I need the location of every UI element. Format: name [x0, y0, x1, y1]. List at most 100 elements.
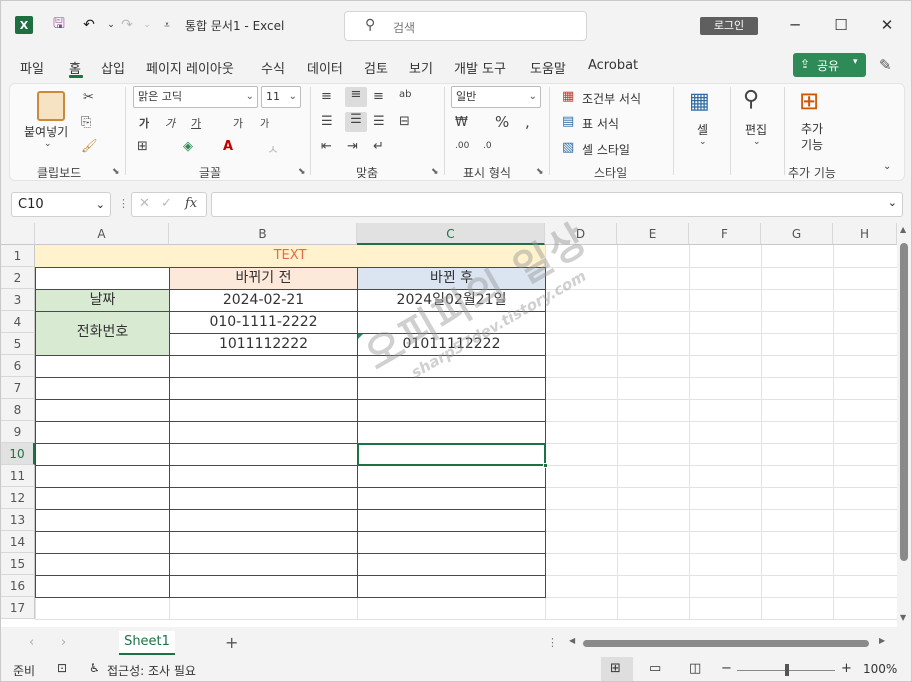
shrink-font-button[interactable]: 가	[260, 115, 269, 130]
redo-icon[interactable]: ↷	[117, 15, 137, 35]
clipboard-launcher-icon[interactable]: ⬊	[112, 167, 120, 177]
cell-b2[interactable]: 바뀌기 전	[170, 268, 357, 289]
cell-c2[interactable]: 바뀐 후	[358, 268, 545, 289]
cell-styles-button[interactable]: 셀 스타일	[582, 141, 630, 158]
prev-sheet-icon[interactable]: ‹	[29, 635, 34, 650]
error-indicator-icon[interactable]	[358, 334, 363, 339]
column-header-a[interactable]: A	[35, 223, 169, 245]
tab-data[interactable]: 데이터	[307, 58, 343, 77]
column-header-d[interactable]: D	[545, 223, 617, 245]
italic-button[interactable]: 가	[165, 115, 175, 131]
vertical-scrollbar[interactable]: ▲ ▼	[897, 223, 911, 627]
font-size-select[interactable]: 11 ⌄	[261, 86, 301, 108]
bold-button[interactable]: 가	[139, 115, 149, 131]
scroll-up-icon[interactable]: ▲	[900, 225, 906, 234]
accounting-format-icon[interactable]: ₩	[455, 115, 468, 130]
row-header-14[interactable]: 14	[1, 531, 35, 553]
insert-function-button[interactable]: fx	[185, 196, 197, 211]
number-launcher-icon[interactable]: ⬊	[536, 167, 544, 177]
grow-font-button[interactable]: 가	[233, 115, 243, 131]
addins-icon[interactable]: ⊞	[799, 87, 819, 115]
column-header-e[interactable]: E	[617, 223, 689, 245]
increase-decimal-icon[interactable]: .00	[455, 141, 469, 151]
row-header-13[interactable]: 13	[1, 509, 35, 531]
vertical-scroll-thumb[interactable]	[900, 243, 908, 561]
page-break-view-icon[interactable]: ◫	[689, 661, 701, 676]
row-header-10[interactable]: 10	[1, 443, 35, 465]
number-format-select[interactable]: 일반 ⌄	[451, 86, 541, 108]
row-header-2[interactable]: 2	[1, 267, 35, 289]
font-color-icon[interactable]: A	[223, 139, 233, 154]
align-top-icon[interactable]: ≡	[321, 89, 332, 104]
cell-b4[interactable]: 010-1111-2222	[170, 312, 357, 333]
increase-indent-icon[interactable]: ⇥	[347, 139, 358, 154]
comments-icon[interactable]: ✎	[879, 56, 892, 74]
editing-button[interactable]: 편집	[745, 121, 767, 138]
zoom-out-button[interactable]: −	[721, 661, 732, 676]
tab-file[interactable]: 파일	[20, 58, 44, 77]
maximize-button[interactable]: ☐	[829, 13, 853, 37]
decrease-indent-icon[interactable]: ⇤	[321, 139, 332, 154]
format-painter-icon[interactable]: 🖌	[81, 139, 98, 154]
cancel-entry-icon[interactable]: ✕	[139, 196, 150, 211]
tab-acrobat[interactable]: Acrobat	[588, 58, 638, 73]
align-left-icon[interactable]: ☰	[321, 114, 333, 129]
tab-splitter-icon[interactable]: ⋮	[547, 636, 558, 649]
percent-style-icon[interactable]: %	[495, 113, 509, 131]
format-as-table-icon[interactable]: ▤	[562, 114, 574, 129]
zoom-in-button[interactable]: +	[841, 661, 852, 676]
cell-b5[interactable]: 1011112222	[170, 334, 357, 355]
decrease-decimal-icon[interactable]: .0	[483, 141, 492, 151]
row-header-6[interactable]: 6	[1, 355, 35, 377]
login-button[interactable]: 로그인	[700, 17, 758, 35]
scroll-right-icon[interactable]: ▶	[879, 636, 885, 645]
conditional-format-button[interactable]: 조건부 서식	[582, 90, 641, 107]
cells-icon[interactable]: ▦	[689, 89, 710, 114]
wrap-text-icon[interactable]: ↵	[373, 139, 384, 154]
tab-review[interactable]: 검토	[364, 58, 388, 77]
cells-dropdown-icon[interactable]: ⌄	[699, 137, 707, 147]
align-middle-icon[interactable]: ≡	[345, 87, 367, 107]
addins-button[interactable]: 추가 기능	[801, 121, 823, 153]
row-header-17[interactable]: 17	[1, 597, 35, 619]
cell-c3[interactable]: 2024일02월21일	[358, 290, 545, 311]
scroll-down-icon[interactable]: ▼	[900, 613, 906, 622]
row-header-11[interactable]: 11	[1, 465, 35, 487]
select-all-corner[interactable]	[1, 223, 35, 245]
zoom-slider-thumb[interactable]	[785, 664, 789, 676]
underline-button[interactable]: 가	[191, 115, 201, 131]
cell-styles-icon[interactable]: ▧	[562, 140, 574, 155]
format-as-table-button[interactable]: 표 서식	[582, 115, 619, 132]
redo-dropdown-icon[interactable]: ⌄	[137, 15, 157, 35]
row-header-16[interactable]: 16	[1, 575, 35, 597]
cell-c5[interactable]: 01011112222	[358, 334, 545, 355]
cells-button[interactable]: 셀	[697, 121, 708, 138]
align-center-icon[interactable]: ☰	[345, 112, 367, 132]
accessibility-status[interactable]: 접근성: 조사 필요	[107, 662, 196, 679]
paste-label[interactable]: 붙여넣기	[24, 123, 68, 140]
undo-icon[interactable]: ↶	[79, 15, 99, 35]
macro-record-icon[interactable]: ⊡	[57, 661, 67, 675]
cell-a3[interactable]: 날짜	[36, 290, 169, 311]
align-right-icon[interactable]: ☰	[373, 114, 385, 129]
add-sheet-button[interactable]: +	[225, 633, 238, 652]
borders-icon[interactable]: ⊞	[137, 139, 148, 154]
row-header-7[interactable]: 7	[1, 377, 35, 399]
zoom-level[interactable]: 100%	[863, 662, 897, 676]
phonetic-icon[interactable]: ㅅ	[267, 139, 279, 158]
tab-help[interactable]: 도움말	[530, 58, 566, 77]
column-header-f[interactable]: F	[689, 223, 761, 245]
fill-handle[interactable]	[543, 463, 548, 468]
tab-developer[interactable]: 개발 도구	[454, 58, 506, 77]
formula-input[interactable]: ⌄	[211, 192, 903, 217]
save-icon[interactable]: 🖫	[49, 15, 69, 35]
align-bottom-icon[interactable]: ≡	[373, 89, 384, 104]
worksheet-grid[interactable]: A B C D E F G H 1 2 3 4 5 6 7 8 9 10 11 12 13 14 15 16 1…	[1, 223, 911, 627]
horizontal-scroll-thumb[interactable]	[583, 640, 869, 647]
copy-icon[interactable]: ⎘	[81, 115, 91, 130]
comma-style-icon[interactable]: ,	[525, 113, 530, 131]
font-name-select[interactable]: 맑은 고딕 ⌄	[133, 86, 258, 108]
editing-dropdown-icon[interactable]: ⌄	[753, 137, 761, 147]
cell-b3[interactable]: 2024-02-21	[170, 290, 357, 311]
row-header-12[interactable]: 12	[1, 487, 35, 509]
